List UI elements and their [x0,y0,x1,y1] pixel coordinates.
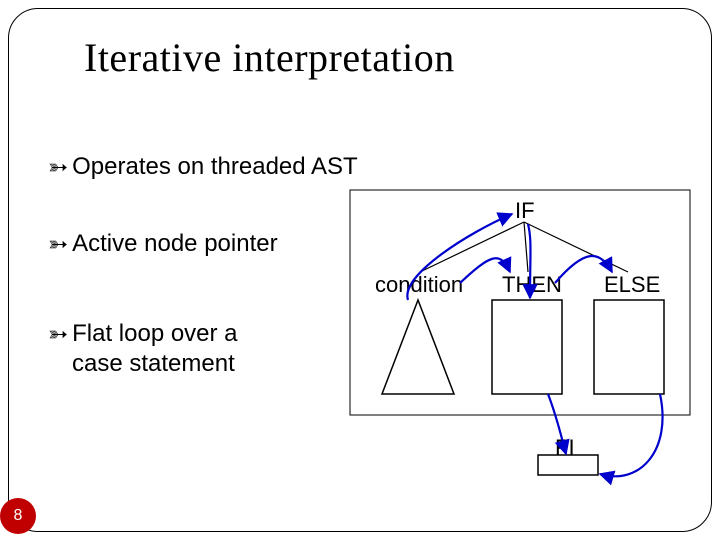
bullet-2: ➳Active node pointer [48,230,278,259]
page-number-text: 8 [14,507,23,525]
page-number: 8 [0,498,36,534]
bullet-1: ➳Operates on threaded AST [48,153,358,182]
node-then-label: THEN [502,272,562,298]
bullet-1-text: Operates on threaded AST [72,153,358,180]
bullet-icon: ➳ [48,153,68,182]
bullet-3b: case statement [72,350,235,378]
node-else-label: ELSE [604,272,660,298]
bullet-icon: ➳ [48,320,68,349]
node-fi-label: FI [555,435,575,461]
slide: Iterative interpretation ➳Operates on th… [0,0,720,540]
node-cond-label: condition [375,272,463,298]
node-if-label: IF [515,198,535,224]
bullet-3a-text: Flat loop over a [72,320,237,347]
bullet-2-text: Active node pointer [72,230,277,257]
slide-title: Iterative interpretation [84,34,455,81]
slide-frame [8,8,712,532]
bullet-icon: ➳ [48,230,68,259]
bullet-3: ➳Flat loop over a [48,320,238,349]
bullet-3b-text: case statement [72,350,235,377]
